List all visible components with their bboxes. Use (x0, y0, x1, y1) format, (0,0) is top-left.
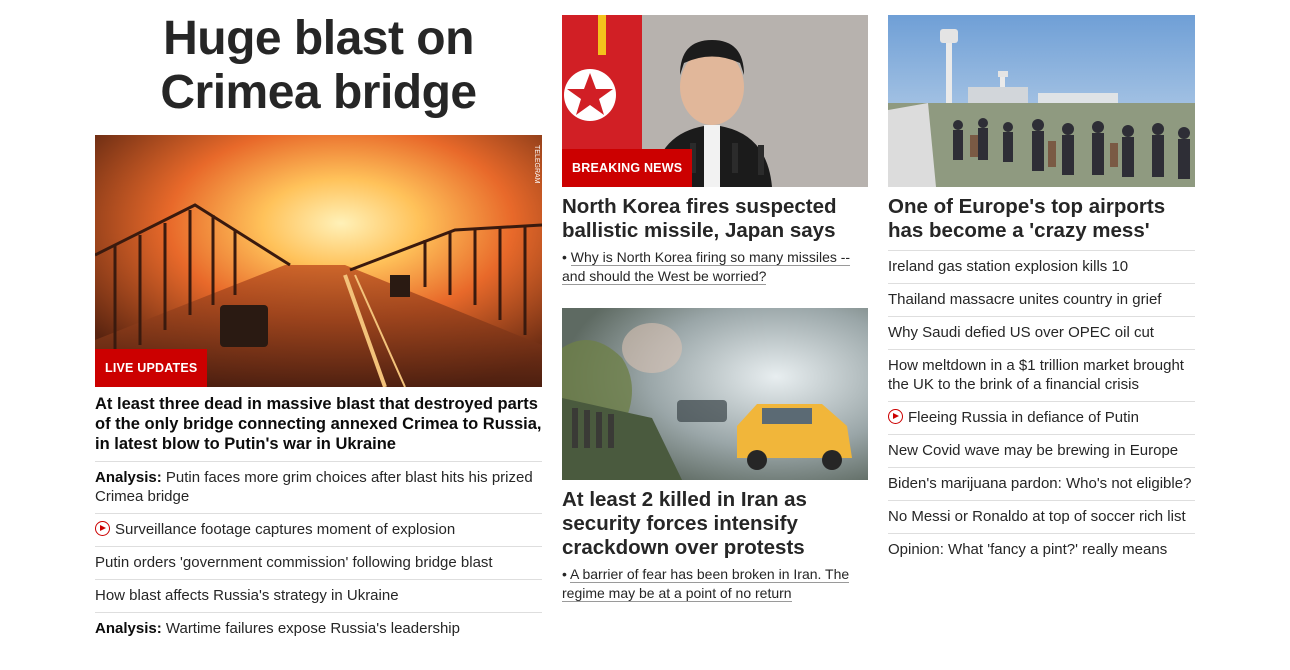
list-item[interactable]: How blast affects Russia's strategy in U… (95, 579, 542, 612)
list-item[interactable]: No Messi or Ronaldo at top of soccer ric… (888, 500, 1195, 533)
north-korea-sublink[interactable]: • Why is North Korea firing so many miss… (562, 248, 862, 286)
airport-image[interactable] (888, 15, 1195, 187)
link-text: Thailand massacre unites country in grie… (888, 291, 1162, 308)
crimea-related-links: Analysis: Putin faces more grim choices … (95, 461, 542, 645)
live-updates-badge[interactable]: LIVE UPDATES (95, 349, 208, 387)
list-item[interactable]: Why Saudi defied US over OPEC oil cut (888, 316, 1195, 349)
list-item[interactable]: Thailand massacre unites country in grie… (888, 283, 1195, 316)
list-item[interactable]: Ireland gas station explosion kills 10 (888, 250, 1195, 283)
list-item[interactable]: Analysis: Putin faces more grim choices … (95, 461, 542, 513)
north-korea-image[interactable]: BREAKING NEWS (562, 15, 868, 187)
image-credit: TELEGRAM (533, 145, 540, 184)
link-text: Opinion: What 'fancy a pint?' really mea… (888, 541, 1168, 558)
sublink-text: A barrier of fear has been broken in Ira… (562, 566, 850, 602)
play-video-icon (888, 409, 903, 424)
top-stories-list: Ireland gas station explosion kills 10 T… (888, 250, 1195, 566)
list-item[interactable]: New Covid wave may be brewing in Europe (888, 434, 1195, 467)
link-text: Putin orders 'government commission' fol… (95, 554, 493, 571)
bullet: • (562, 249, 571, 265)
link-text: Surveillance footage captures moment of … (115, 521, 456, 538)
iran-sublink[interactable]: • A barrier of fear has been broken in I… (562, 565, 862, 603)
link-text: How blast affects Russia's strategy in U… (95, 587, 399, 604)
airport-crowd-illustration (888, 15, 1195, 187)
analysis-label: Analysis: (95, 620, 162, 637)
link-text: How meltdown in a $1 trillion market bro… (888, 357, 1184, 393)
link-text: Why Saudi defied US over OPEC oil cut (888, 324, 1154, 341)
link-text: Ireland gas station explosion kills 10 (888, 258, 1129, 275)
crimea-bridge-blast-image[interactable]: TELEGRAM LIVE UPDATES (95, 135, 542, 387)
play-video-icon (95, 521, 110, 536)
list-item[interactable]: Opinion: What 'fancy a pint?' really mea… (888, 533, 1195, 566)
list-item[interactable]: Fleeing Russia in defiance of Putin (888, 401, 1195, 434)
iran-street-smoke-illustration (562, 308, 868, 480)
list-item[interactable]: Biden's marijuana pardon: Who's not elig… (888, 467, 1195, 500)
link-text: Biden's marijuana pardon: Who's not elig… (888, 475, 1192, 492)
mega-headline[interactable]: Huge blast on Crimea bridge (95, 12, 542, 120)
list-item[interactable]: Putin orders 'government commission' fol… (95, 546, 542, 579)
breaking-news-badge[interactable]: BREAKING NEWS (562, 149, 693, 187)
sublink-text: Why is North Korea firing so many missil… (562, 249, 851, 285)
iran-protest-image[interactable] (562, 308, 868, 480)
north-korea-headline[interactable]: North Korea fires suspected ballistic mi… (562, 195, 868, 243)
analysis-label: Analysis: (95, 469, 162, 486)
list-item[interactable]: How meltdown in a $1 trillion market bro… (888, 349, 1195, 401)
iran-headline[interactable]: At least 2 killed in Iran as security fo… (562, 488, 868, 560)
list-item[interactable]: Surveillance footage captures moment of … (95, 513, 542, 546)
list-item[interactable]: Analysis: Wartime failures expose Russia… (95, 612, 542, 645)
link-text: No Messi or Ronaldo at top of soccer ric… (888, 508, 1186, 525)
link-text: New Covid wave may be brewing in Europe (888, 442, 1179, 459)
crimea-lead-headline[interactable]: At least three dead in massive blast tha… (95, 394, 542, 454)
bullet: • (562, 566, 571, 582)
link-text: Wartime failures expose Russia's leaders… (161, 620, 460, 637)
link-text: Fleeing Russia in defiance of Putin (908, 409, 1139, 426)
airport-headline[interactable]: One of Europe's top airports has become … (888, 195, 1195, 243)
